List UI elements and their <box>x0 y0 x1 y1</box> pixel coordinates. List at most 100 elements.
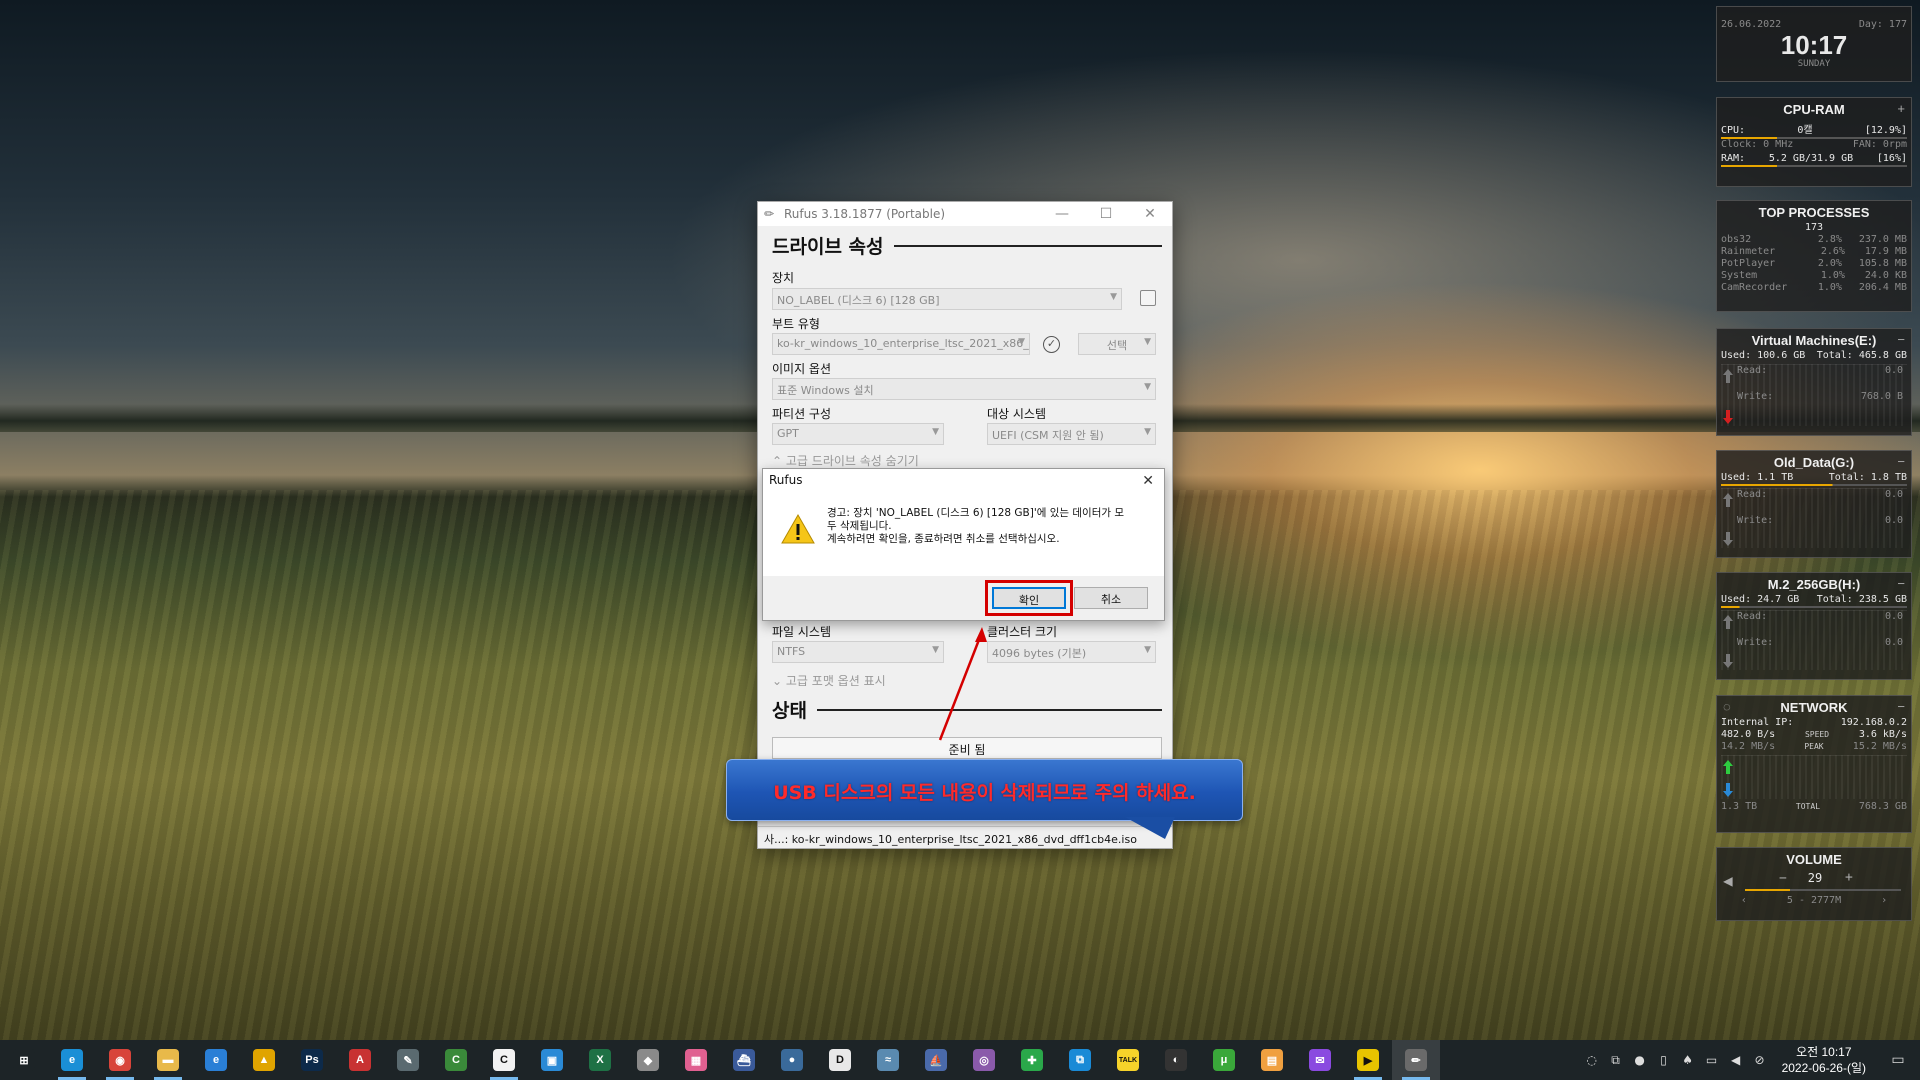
minus-icon[interactable]: − <box>1897 576 1905 591</box>
advanced-drive-toggle[interactable]: ⌃ 고급 드라이브 속성 숨기기 <box>772 452 919 469</box>
minus-icon[interactable]: − <box>1897 699 1905 714</box>
c-app-green-icon[interactable]: C <box>432 1040 480 1080</box>
disk-h-title: M.2_256GB(H:) <box>1767 577 1861 592</box>
maximize-button[interactable]: ☐ <box>1084 206 1128 222</box>
usb-tray-icon[interactable]: ▯ <box>1652 1053 1676 1068</box>
disk-e-widget: Virtual Machines(E:) − Used: 100.6 GB Tota… <box>1716 328 1912 436</box>
internet-explorer-icon[interactable]: e <box>192 1040 240 1080</box>
taskbar: ⊞ e ◉ ▬ e ▲ Ps A ✎ C C ▣ X ◆ ▦ ⛴ ● D ≈ ⛵ ◎ ✚ ⧉ TALK ◐ μ ▤ ✉ ▶ ✏ ◌ ⧉ ● ▯ ♠… <box>0 1040 1920 1080</box>
potplayer-icon[interactable]: ▶ <box>1344 1040 1392 1080</box>
green-arrows-icon[interactable]: ✚ <box>1008 1040 1056 1080</box>
target-system-select[interactable]: UEFI (CSM 지원 안 됨) ▼ <box>987 423 1156 445</box>
minus-icon[interactable]: − <box>1897 332 1905 347</box>
obs-tray-icon[interactable]: ◌ <box>1580 1053 1604 1068</box>
drop-tray-icon[interactable]: ● <box>1628 1053 1652 1068</box>
chevron-down-icon: ▼ <box>1144 382 1151 392</box>
globe-app-icon[interactable]: ● <box>768 1040 816 1080</box>
image-option-select[interactable]: 표준 Windows 설치 ▼ <box>772 378 1156 400</box>
ship-app-icon[interactable]: ⛴ <box>720 1040 768 1080</box>
network-up-peak: 15.2 MB/s <box>1852 741 1907 752</box>
window-app-icon[interactable]: ⧉ <box>1056 1040 1104 1080</box>
process-name: PotPlayer <box>1721 258 1776 269</box>
edge-icon[interactable]: e <box>48 1040 96 1080</box>
c-app-white-icon[interactable]: C <box>480 1040 528 1080</box>
photoshop-icon[interactable]: Ps <box>288 1040 336 1080</box>
status-progress-bar: 준비 됨 <box>772 737 1162 759</box>
process-mem: 237.0 MB <box>1858 234 1907 245</box>
doc-app-icon[interactable]: ▤ <box>1248 1040 1296 1080</box>
media-app-icon[interactable]: ◎ <box>960 1040 1008 1080</box>
volume-up-button[interactable]: + <box>1845 870 1853 885</box>
device-select[interactable]: NO_LABEL (디스크 6) [128 GB] ▼ <box>772 288 1122 310</box>
process-cpu: 2.6% <box>1820 246 1845 257</box>
partition-label: 파티션 구성 <box>772 407 832 421</box>
dialog-titlebar[interactable]: Rufus ✕ <box>763 469 1164 493</box>
network-tray-icon[interactable]: ▭ <box>1700 1053 1724 1068</box>
volume-prev-icon[interactable]: ‹ <box>1741 895 1747 907</box>
minus-icon[interactable]: − <box>1897 454 1905 469</box>
process-mem: 24.0 KB <box>1864 270 1907 281</box>
disk-g-total: Total: 1.8 TB <box>1828 472 1907 483</box>
dialog-button-area: 확인 취소 <box>763 576 1164 620</box>
minimize-button[interactable]: — <box>1040 206 1084 222</box>
disk-h-graph: Read: 0.0 Write: 0.0 <box>1721 610 1907 670</box>
tool-app-icon[interactable]: ✎ <box>384 1040 432 1080</box>
cpu-percent: [12.9%] <box>1864 125 1907 136</box>
window-tray-icon[interactable]: ⧉ <box>1604 1053 1628 1068</box>
file-explorer-icon[interactable]: ▬ <box>144 1040 192 1080</box>
write-arrow-icon <box>1723 410 1733 424</box>
volume-next-icon[interactable]: › <box>1881 895 1887 907</box>
advanced-format-toggle[interactable]: ⌄ 고급 포맷 옵션 표시 <box>772 672 886 689</box>
app-triangle-icon[interactable]: ▲ <box>240 1040 288 1080</box>
speaker-tray-icon[interactable]: ◀ <box>1724 1053 1748 1068</box>
check-icon[interactable]: ✓ <box>1043 336 1060 353</box>
clock-day-number: Day: 177 <box>1858 19 1907 30</box>
plus-icon[interactable]: + <box>1897 101 1905 116</box>
chevron-down-icon: ▼ <box>1144 427 1151 437</box>
fish-app-icon[interactable]: ≈ <box>864 1040 912 1080</box>
obs-icon[interactable]: ◐ <box>1152 1040 1200 1080</box>
save-icon[interactable] <box>1140 290 1156 306</box>
rufus-taskbar-icon[interactable]: ✏ <box>1392 1040 1440 1080</box>
excel-icon[interactable]: X <box>576 1040 624 1080</box>
remote-app-icon[interactable]: ▣ <box>528 1040 576 1080</box>
process-cpu: 2.0% <box>1817 258 1842 269</box>
block-tray-icon[interactable]: ⊘ <box>1748 1053 1772 1068</box>
network-down-speed: 482.0 B/s <box>1721 729 1776 740</box>
taskbar-apps: ⊞ e ◉ ▬ e ▲ Ps A ✎ C C ▣ X ◆ ▦ ⛴ ● D ≈ ⛵ ◎ ✚ ⧉ TALK ◐ μ ▤ ✉ ▶ ✏ <box>0 1040 1440 1080</box>
status-title: 상태 <box>772 700 807 722</box>
cancel-button[interactable]: 취소 <box>1074 587 1148 609</box>
filesystem-select[interactable]: NTFS ▼ <box>772 641 944 663</box>
process-list: obs32 2.8% 237.0 MB Rainmeter 2.6% 17.9 MB P… <box>1717 234 1911 294</box>
ship2-app-icon-glyph: ⛵ <box>925 1049 947 1071</box>
target-system-label: 대상 시스템 <box>987 407 1047 421</box>
drive-properties-heading: 드라이브 속성 <box>772 232 1162 259</box>
chrome-icon[interactable]: ◉ <box>96 1040 144 1080</box>
boot-type-select[interactable]: ko-kr_windows_10_enterprise_ltsc_2021_x8… <box>772 333 1030 355</box>
rufus-titlebar[interactable]: ✏ Rufus 3.18.1877 (Portable) — ☐ ✕ <box>758 202 1172 226</box>
ship2-app-icon[interactable]: ⛵ <box>912 1040 960 1080</box>
partition-select[interactable]: GPT ▼ <box>772 423 944 445</box>
disk-h-write-label: Write: <box>1737 637 1774 648</box>
messenger-icon[interactable]: ✉ <box>1296 1040 1344 1080</box>
flag-tray-icon[interactable]: ♠ <box>1676 1053 1700 1068</box>
cluster-size-select[interactable]: 4096 bytes (기본) ▼ <box>987 641 1156 663</box>
refresh-icon[interactable]: ◌ <box>1723 699 1731 714</box>
talk-app-icon[interactable]: TALK <box>1104 1040 1152 1080</box>
select-button[interactable]: 선택 ▼ <box>1078 333 1156 355</box>
close-button[interactable]: ✕ <box>1128 206 1172 222</box>
volume-value: 29 <box>1807 871 1823 885</box>
disk-h-total: Total: 238.5 GB <box>1816 594 1907 605</box>
start-icon[interactable]: ⊞ <box>0 1040 48 1080</box>
notification-icon[interactable]: ▭ <box>1876 1052 1920 1068</box>
taskbar-clock[interactable]: 오전 10:17 2022-06-26-(일) <box>1772 1044 1876 1076</box>
pink-app-icon[interactable]: ▦ <box>672 1040 720 1080</box>
dialog-close-icon[interactable]: ✕ <box>1142 473 1154 489</box>
volume-slider[interactable] <box>1745 889 1901 891</box>
d-app-icon[interactable]: D <box>816 1040 864 1080</box>
pdf-app-icon[interactable]: A <box>336 1040 384 1080</box>
utorrent-icon[interactable]: μ <box>1200 1040 1248 1080</box>
diamond-app-icon[interactable]: ◆ <box>624 1040 672 1080</box>
process-name: CamRecorder <box>1721 282 1788 293</box>
disk-e-total: Total: 465.8 GB <box>1816 350 1907 361</box>
